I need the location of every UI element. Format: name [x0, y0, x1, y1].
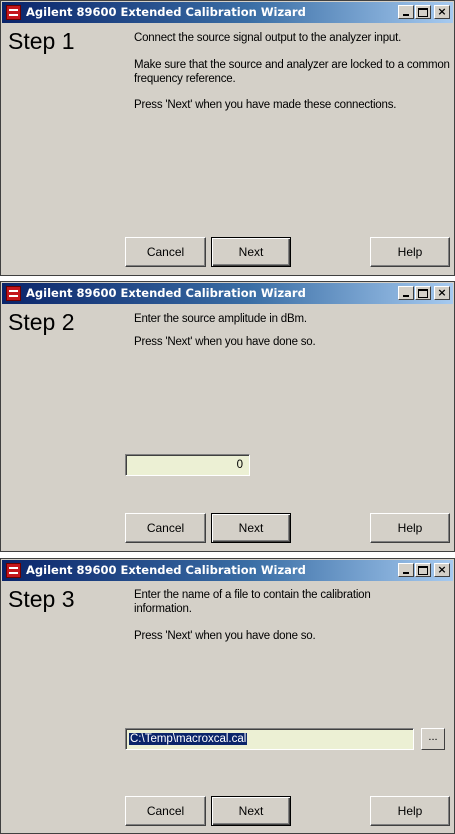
- step-label: Step 1: [8, 28, 75, 54]
- cancel-button[interactable]: Cancel: [125, 796, 206, 826]
- help-button[interactable]: Help: [370, 237, 450, 267]
- close-icon[interactable]: ×: [434, 5, 450, 19]
- window-title: Agilent 89600 Extended Calibration Wizar…: [26, 286, 306, 300]
- next-button[interactable]: Next: [211, 513, 291, 543]
- wizard-window-step-2: Agilent 89600 Extended Calibration Wizar…: [0, 281, 455, 552]
- file-name-input[interactable]: C:\Temp\macroxcal.cal: [125, 728, 414, 750]
- close-icon[interactable]: ×: [434, 286, 450, 300]
- cancel-button[interactable]: Cancel: [125, 237, 206, 267]
- close-icon[interactable]: ×: [434, 563, 450, 577]
- window-title: Agilent 89600 Extended Calibration Wizar…: [26, 5, 306, 19]
- instruction-text: Press 'Next' when you have done so.: [134, 630, 316, 642]
- window-title: Agilent 89600 Extended Calibration Wizar…: [26, 563, 306, 577]
- wizard-window-step-3: Agilent 89600 Extended Calibration Wizar…: [0, 558, 455, 834]
- file-name-value: C:\Temp\macroxcal.cal: [129, 733, 248, 745]
- help-button[interactable]: Help: [370, 796, 450, 826]
- agilent-vsa-icon[interactable]: [6, 5, 21, 20]
- instruction-text: Press 'Next' when you have made these co…: [134, 99, 397, 111]
- next-button[interactable]: Next: [211, 796, 291, 826]
- instruction-text: Make sure that the source and analyzer a…: [134, 59, 450, 85]
- instruction-text: Press 'Next' when you have done so.: [134, 336, 316, 348]
- title-bar[interactable]: Agilent 89600 Extended Calibration Wizar…: [2, 560, 453, 581]
- instruction-text: Enter the name of a file to contain the …: [134, 589, 371, 615]
- maximize-icon[interactable]: [415, 286, 431, 300]
- instruction-text: Connect the source signal output to the …: [134, 32, 402, 44]
- amplitude-input[interactable]: 0: [125, 454, 250, 476]
- step-label: Step 2: [8, 309, 75, 335]
- title-bar[interactable]: Agilent 89600 Extended Calibration Wizar…: [2, 283, 453, 304]
- browse-button[interactable]: ...: [421, 728, 445, 750]
- maximize-icon[interactable]: [415, 563, 431, 577]
- next-button[interactable]: Next: [211, 237, 291, 267]
- instruction-text: Enter the source amplitude in dBm.: [134, 313, 307, 325]
- minimize-icon[interactable]: [398, 563, 414, 577]
- title-bar[interactable]: Agilent 89600 Extended Calibration Wizar…: [2, 2, 453, 23]
- agilent-vsa-icon[interactable]: [6, 563, 21, 578]
- minimize-icon[interactable]: [398, 5, 414, 19]
- help-button[interactable]: Help: [370, 513, 450, 543]
- maximize-icon[interactable]: [415, 5, 431, 19]
- wizard-window-step-1: Agilent 89600 Extended Calibration Wizar…: [0, 0, 455, 276]
- agilent-vsa-icon[interactable]: [6, 286, 21, 301]
- minimize-icon[interactable]: [398, 286, 414, 300]
- cancel-button[interactable]: Cancel: [125, 513, 206, 543]
- step-label: Step 3: [8, 586, 75, 612]
